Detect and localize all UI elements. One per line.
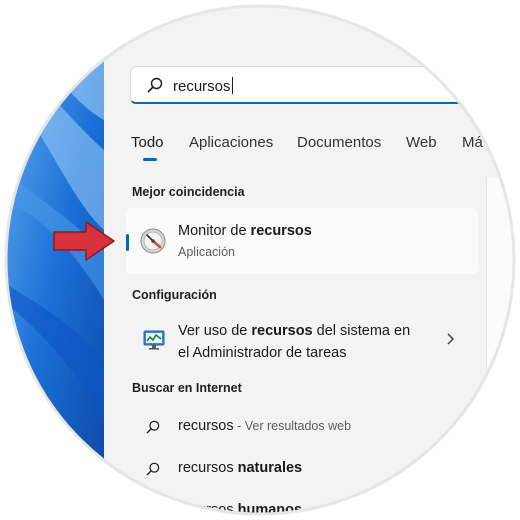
result-task-manager-setting[interactable]: Ver uso de recursos del sistema en el Ad… <box>126 314 478 370</box>
web-result-2[interactable]: recursos naturales <box>126 452 478 488</box>
tab-aplicaciones[interactable]: Aplicaciones <box>189 134 273 151</box>
search-icon <box>146 420 160 434</box>
active-tab-indicator <box>143 158 157 161</box>
search-icon <box>146 462 160 476</box>
resource-monitor-gauge-icon <box>140 228 166 254</box>
result-resource-monitor[interactable]: Monitor de recursos Aplicación <box>126 208 478 274</box>
setting-line-1: Ver uso de recursos del sistema en <box>178 323 411 339</box>
setting-line-2: el Administrador de tareas <box>178 345 347 361</box>
tab-todo[interactable]: Todo <box>131 134 164 151</box>
web-result-text: recursos naturales <box>178 460 303 476</box>
search-input[interactable]: recursos <box>130 66 520 104</box>
selection-indicator <box>126 234 129 251</box>
preview-pane <box>486 178 520 520</box>
search-icon <box>146 504 160 518</box>
tab-mas[interactable]: Má <box>462 134 483 151</box>
tab-web[interactable]: Web <box>406 134 437 151</box>
web-result-1[interactable]: recursos - Ver resultados web <box>126 410 478 446</box>
chevron-right-icon <box>447 333 455 345</box>
search-icon <box>147 77 163 93</box>
tab-documentos[interactable]: Documentos <box>297 134 381 151</box>
result-title: Monitor de recursos <box>178 223 312 239</box>
web-result-3[interactable]: recursos humanos <box>126 494 478 520</box>
section-heading-best-match: Mejor coincidencia <box>132 185 245 199</box>
screenshot-stage: recursos Todo Aplicaciones Documentos We… <box>0 0 520 520</box>
monitor-chart-icon <box>143 330 165 350</box>
red-pointer-arrow <box>53 221 115 261</box>
section-heading-settings: Configuración <box>132 288 217 302</box>
search-query-text: recursos <box>173 77 233 95</box>
text-caret <box>231 77 233 94</box>
web-result-text: recursos - Ver resultados web <box>178 418 352 434</box>
result-subtitle: Aplicación <box>178 245 235 259</box>
section-heading-internet: Buscar en Internet <box>132 381 242 395</box>
web-result-text: recursos humanos <box>178 502 303 518</box>
